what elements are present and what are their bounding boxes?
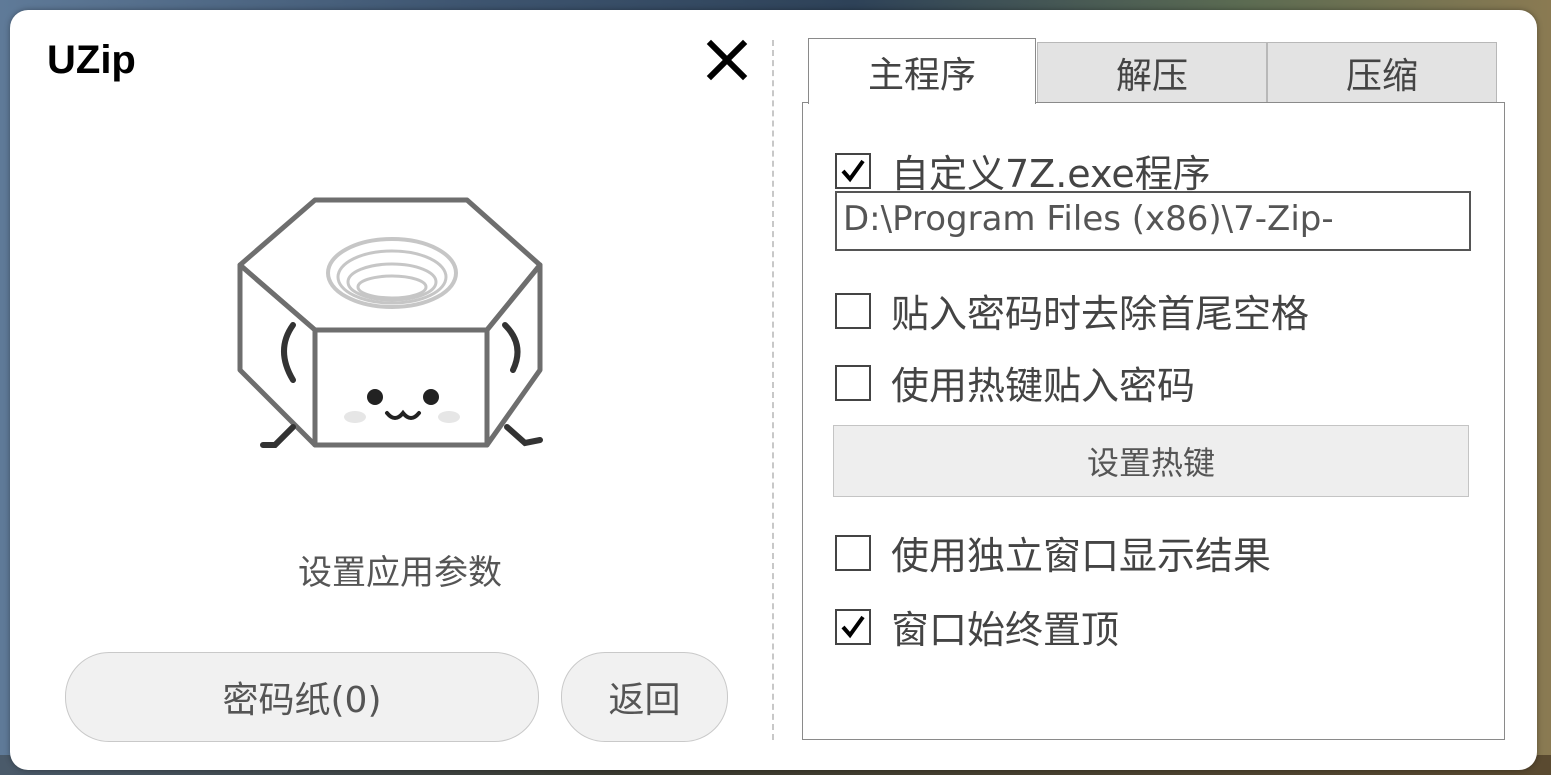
custom-7z-label: 自定义7Z.exe程序	[891, 152, 1211, 196]
tab-main-program[interactable]: 主程序	[808, 38, 1036, 104]
password-paper-button[interactable]: 密码纸(0)	[65, 652, 539, 742]
tab-content-main: 自定义7Z.exe程序 D:\Program Files (x86)\7-Zip…	[802, 102, 1505, 740]
settings-window: UZip 设置应用参数 密码纸(0) 返回 主程序 解压 压缩 自定义7Z.ex…	[10, 10, 1537, 770]
custom-7z-checkbox[interactable]	[835, 152, 871, 189]
checkmark-icon	[841, 615, 865, 638]
standalone-window-option[interactable]: 使用独立窗口显示结果	[835, 525, 1271, 580]
hotkey-paste-option[interactable]: 使用热键贴入密码	[835, 355, 1195, 410]
checkmark-icon	[841, 159, 865, 182]
hotkey-paste-checkbox[interactable]	[835, 364, 871, 401]
always-on-top-checkbox[interactable]	[835, 608, 871, 645]
panel-caption: 设置应用参数	[298, 553, 502, 593]
trim-spaces-label: 贴入密码时去除首尾空格	[891, 292, 1310, 336]
close-icon	[706, 39, 748, 81]
hotkey-paste-label: 使用热键贴入密码	[891, 364, 1196, 408]
panel-divider	[772, 40, 774, 740]
trim-spaces-option[interactable]: 贴入密码时去除首尾空格	[835, 283, 1309, 338]
tab-extract[interactable]: 解压	[1037, 42, 1267, 102]
close-button[interactable]	[705, 38, 749, 82]
tab-compress[interactable]: 压缩	[1267, 42, 1497, 102]
always-on-top-label: 窗口始终置顶	[891, 608, 1120, 652]
hex-nut-mascot-icon	[237, 197, 543, 448]
always-on-top-option[interactable]: 窗口始终置顶	[835, 599, 1119, 654]
standalone-window-label: 使用独立窗口显示结果	[891, 534, 1272, 578]
app-title: UZip	[47, 38, 136, 82]
back-button[interactable]: 返回	[561, 652, 728, 742]
set-hotkey-button[interactable]: 设置热键	[833, 425, 1469, 497]
standalone-window-checkbox[interactable]	[835, 534, 871, 571]
trim-spaces-checkbox[interactable]	[835, 292, 871, 329]
custom-7z-option[interactable]: 自定义7Z.exe程序	[835, 143, 1211, 198]
7z-path-input[interactable]: D:\Program Files (x86)\7-Zip-	[835, 191, 1471, 251]
